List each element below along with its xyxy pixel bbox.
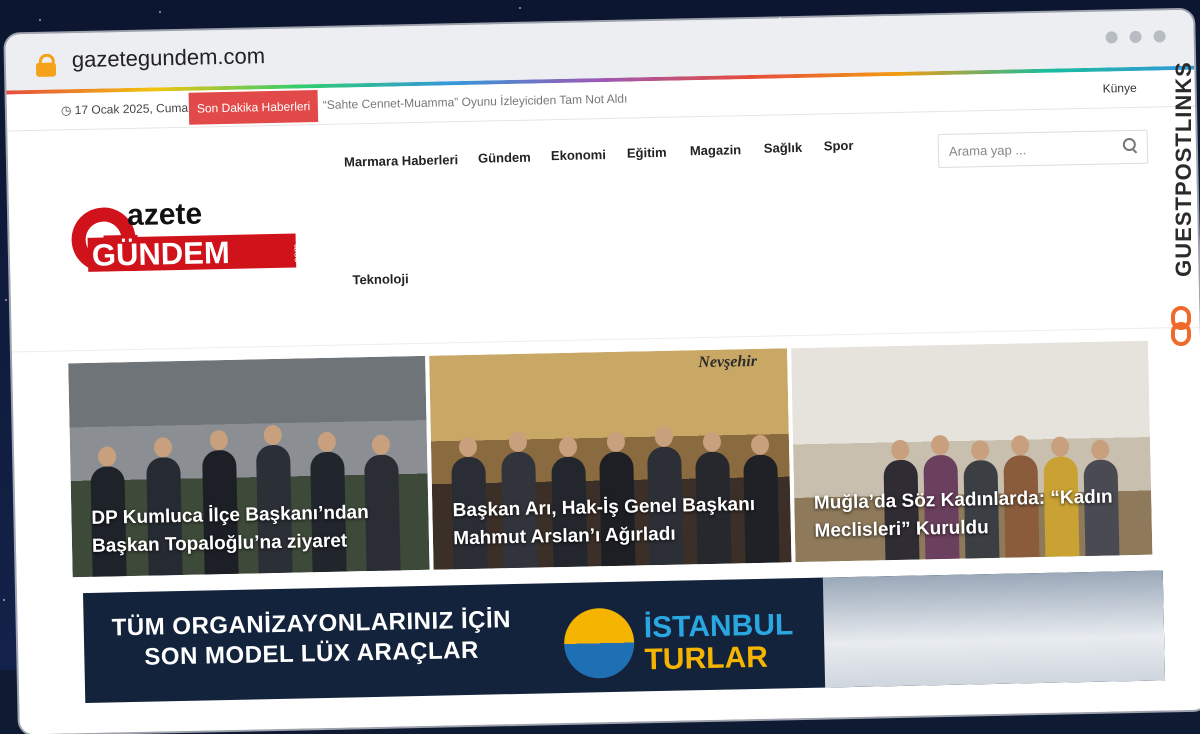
chain-link-icon xyxy=(1171,306,1191,346)
nav-item-spor[interactable]: Spor xyxy=(824,138,854,154)
logo-text-top: azete xyxy=(127,197,203,232)
nav-item-teknoloji[interactable]: Teknoloji xyxy=(352,271,408,287)
window-dot-icon[interactable] xyxy=(1153,30,1166,43)
date-text: 17 Ocak 2025, Cuma xyxy=(74,100,189,118)
site-header: azete GÜNDEM .com Marmara Haberleri Günd… xyxy=(7,106,1200,353)
headline-title[interactable]: Başkan Arı, Hak-İş Genel Başkanı Mahmut … xyxy=(452,491,774,554)
headline-card[interactable]: DP Kumluca İlçe Başkanı’ndan Başkan Topa… xyxy=(68,355,430,578)
window-dot-icon[interactable] xyxy=(1129,30,1142,44)
window-controls xyxy=(1105,30,1166,44)
watermark: GUESTPOSTLINKS xyxy=(1166,56,1196,356)
nav-item-gundem[interactable]: Gündem xyxy=(478,150,531,166)
banner-brand-line-1: İSTANBUL xyxy=(643,608,794,645)
banner-logo-icon xyxy=(563,607,635,679)
nav-item-marmara[interactable]: Marmara Haberleri xyxy=(344,152,458,169)
clock-icon: ◷ xyxy=(60,103,72,118)
main-navigation: Marmara Haberleri Gündem Ekonomi Eğitim … xyxy=(344,138,904,288)
web-page: ◷ 17 Ocak 2025, Cuma Son Dakika Haberler… xyxy=(6,69,1200,734)
banner-brand-line-2: TURLAR xyxy=(644,640,769,677)
address-bar-url[interactable]: gazetegundem.com xyxy=(72,43,266,73)
lock-icon xyxy=(35,53,57,77)
headline-title[interactable]: DP Kumluca İlçe Başkanı’ndan Başkan Topa… xyxy=(91,498,413,561)
search-box[interactable]: Arama yap ... xyxy=(937,129,1149,169)
headline-card[interactable]: Muğla’da Söz Kadınlarda: “Kadın Meclisle… xyxy=(790,340,1153,563)
kunye-link[interactable]: Künye xyxy=(1102,81,1136,96)
watermark-text: GUESTPOSTLINKS xyxy=(1171,61,1196,277)
logo-text-main: GÜNDEM xyxy=(92,235,230,273)
current-date: ◷ 17 Ocak 2025, Cuma xyxy=(61,101,188,118)
banner-line-2: SON MODEL LÜX ARAÇLAR xyxy=(144,636,480,671)
browser-window: gazetegundem.com ◷ 17 Ocak 2025, Cuma So… xyxy=(5,9,1200,734)
nav-item-saglik[interactable]: Sağlık xyxy=(764,140,803,156)
nav-item-magazin[interactable]: Magazin xyxy=(690,142,742,158)
breaking-news-label: Son Dakika Haberleri xyxy=(188,90,319,125)
window-dot-icon[interactable] xyxy=(1105,31,1118,44)
headline-slider: DP Kumluca İlçe Başkanı’ndan Başkan Topa… xyxy=(68,340,1153,578)
search-input[interactable]: Arama yap ... xyxy=(949,142,1027,159)
logo-text-tld: .com xyxy=(292,244,303,266)
headline-card[interactable]: Nevşehir Başkan Arı, Hak-İş Genel Başkan… xyxy=(429,348,792,570)
nav-item-ekonomi[interactable]: Ekonomi xyxy=(551,147,606,163)
nav-item-egitim[interactable]: Eğitim xyxy=(627,145,667,161)
scene-text: Nevşehir xyxy=(698,352,758,372)
breaking-news-ticker[interactable]: “Sahte Cennet-Muamma” Oyunu İzleyiciden … xyxy=(323,92,628,112)
search-icon[interactable] xyxy=(1123,138,1137,152)
site-logo[interactable]: azete GÜNDEM .com xyxy=(67,195,309,278)
advertisement-banner[interactable]: TÜM ORGANİZAYONLARINIZ İÇİN SON MODEL LÜ… xyxy=(83,570,1166,704)
headline-title[interactable]: Muğla’da Söz Kadınlarda: “Kadın Meclisle… xyxy=(814,483,1136,546)
